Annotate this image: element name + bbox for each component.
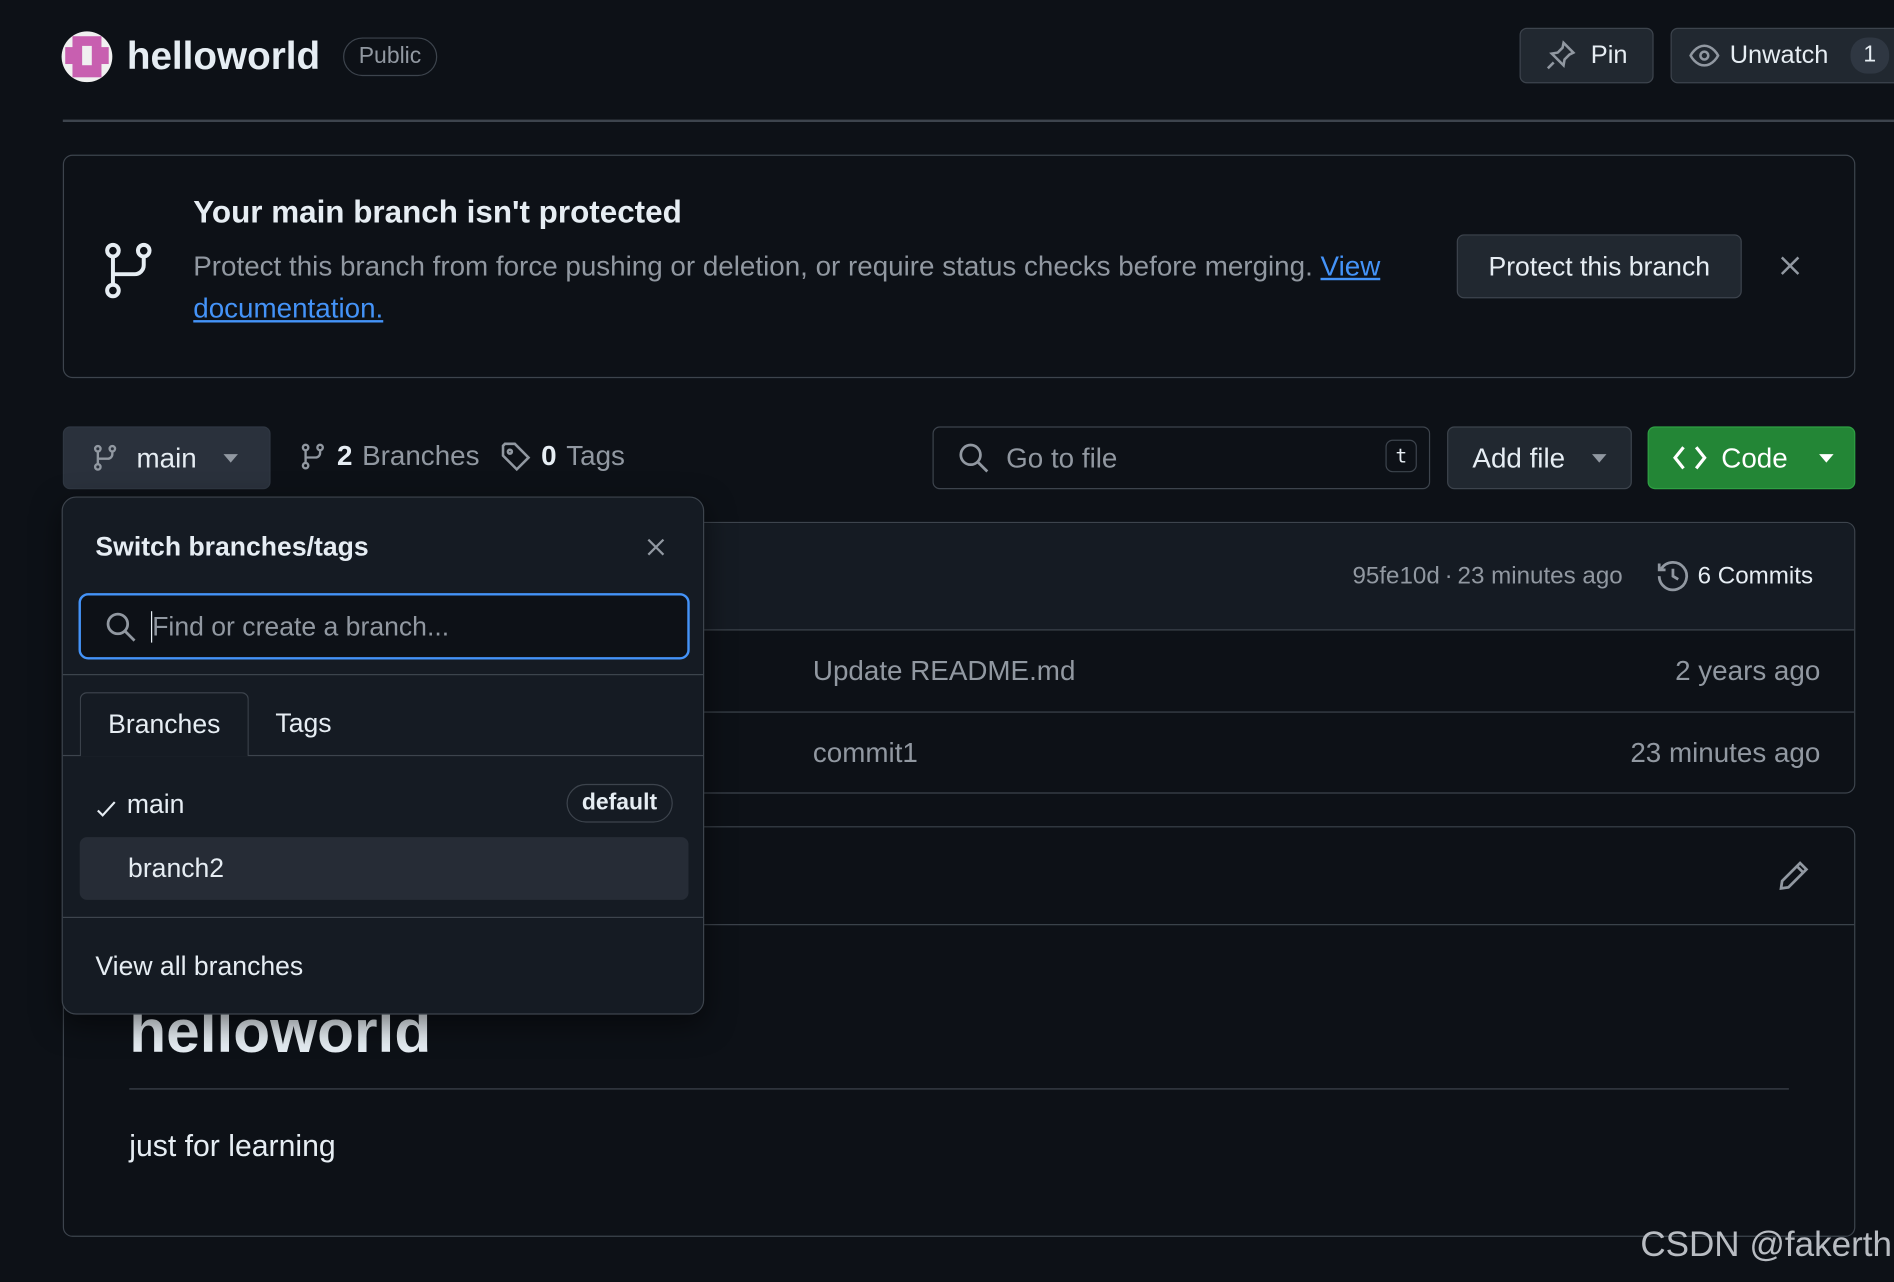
dropdown-title: Switch branches/tags: [95, 531, 369, 562]
commit-time: 23 minutes ago: [1457, 562, 1623, 589]
caret-down-icon: [1819, 453, 1834, 463]
history-icon: [1657, 559, 1691, 593]
close-dropdown-icon[interactable]: [644, 535, 668, 559]
tags-link[interactable]: 0 Tags: [500, 440, 625, 473]
git-branch-icon: [91, 442, 120, 473]
watermark: CSDN @fakerth: [1640, 1226, 1892, 1265]
tab-tags[interactable]: Tags: [275, 708, 331, 739]
repo-avatar: [61, 31, 113, 83]
readme-body: just for learning: [129, 1129, 336, 1164]
watch-count: 1: [1850, 37, 1890, 74]
tag-icon: [500, 440, 531, 471]
protect-branch-button[interactable]: Protect this branch: [1456, 234, 1742, 299]
search-icon: [105, 611, 136, 642]
banner-text: Protect this branch from force pushing o…: [193, 250, 1313, 282]
branch-select-button[interactable]: main: [62, 426, 271, 490]
caret-down-icon: [1591, 453, 1607, 463]
code-button[interactable]: Code: [1647, 426, 1856, 490]
go-to-file-input[interactable]: Go to file t: [932, 426, 1431, 490]
check-icon: [97, 801, 116, 818]
unwatch-button[interactable]: Unwatch 1: [1670, 27, 1894, 84]
commit-message[interactable]: commit1: [813, 737, 918, 770]
file-time: 23 minutes ago: [1630, 736, 1821, 769]
git-branch-icon: [100, 240, 158, 300]
code-icon: [1673, 445, 1707, 472]
branch-switcher-dropdown: Switch branches/tags Find or create a br…: [61, 496, 705, 1015]
branch-search-input[interactable]: Find or create a branch...: [78, 593, 690, 660]
commits-link[interactable]: 6 Commits: [1698, 562, 1813, 590]
commit-hash[interactable]: 95fe10d: [1352, 562, 1439, 590]
caret-down-icon: [223, 453, 238, 463]
pin-button[interactable]: Pin: [1519, 27, 1654, 84]
header-divider: [62, 119, 1894, 122]
branch-item-branch2[interactable]: branch2: [79, 837, 689, 900]
pin-icon: [1545, 40, 1576, 71]
branches-link[interactable]: 2 Branches: [298, 440, 479, 473]
branch-protection-banner: Your main branch isn't protected Protect…: [62, 154, 1856, 379]
commit-message[interactable]: Update README.md: [813, 655, 1075, 688]
banner-title: Your main branch isn't protected: [193, 193, 682, 230]
repo-name[interactable]: helloworld: [127, 34, 320, 79]
tab-branches[interactable]: Branches: [79, 692, 249, 757]
file-time: 2 years ago: [1675, 654, 1821, 687]
edit-pencil-icon[interactable]: [1777, 859, 1811, 893]
eye-icon: [1689, 40, 1720, 71]
visibility-badge: Public: [343, 37, 437, 77]
add-file-button[interactable]: Add file: [1447, 426, 1632, 490]
shortcut-key: t: [1385, 439, 1417, 473]
default-badge: default: [566, 783, 673, 823]
search-icon: [958, 442, 989, 473]
branch-item-main[interactable]: main default: [80, 775, 689, 833]
view-all-branches-link[interactable]: View all branches: [95, 951, 303, 982]
git-branch-icon: [298, 440, 327, 471]
close-banner-icon[interactable]: [1777, 252, 1804, 279]
